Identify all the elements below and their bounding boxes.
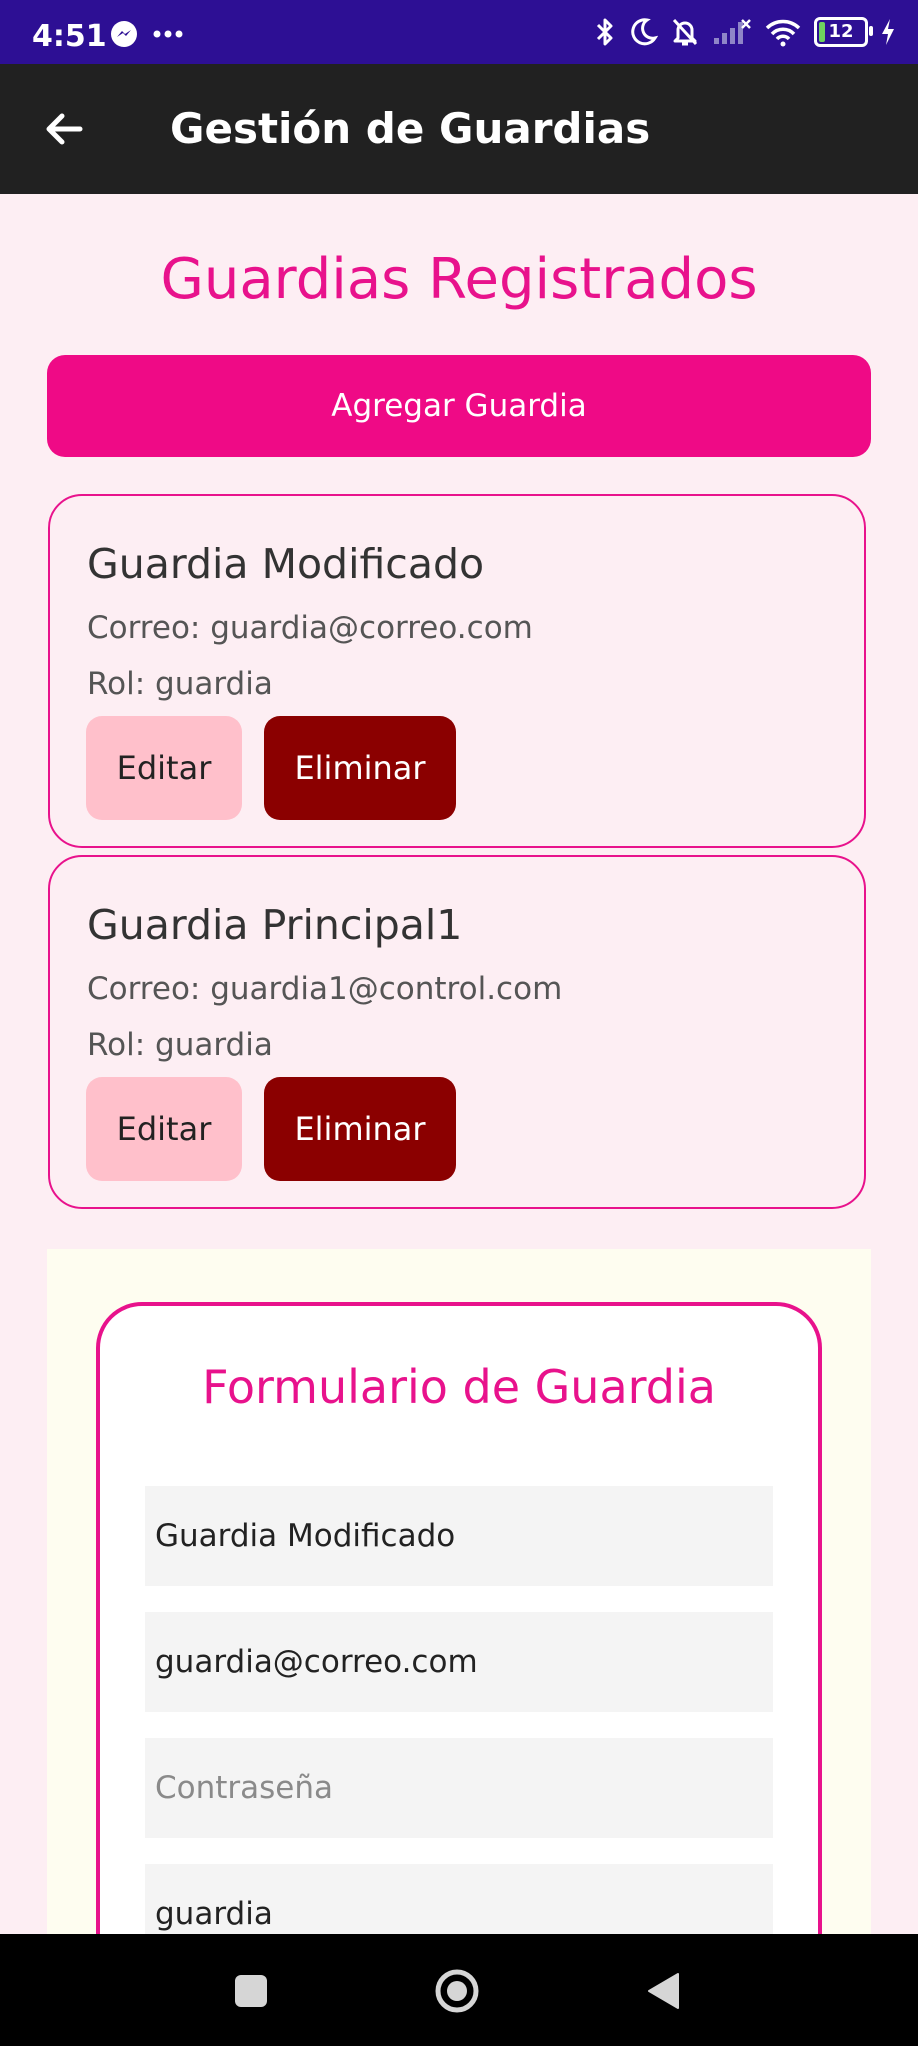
status-time: 4:51 <box>32 19 107 54</box>
signal-icon <box>714 19 751 44</box>
edit-button[interactable]: Editar <box>86 716 242 820</box>
guard-name: Guardia Principal1 <box>87 901 463 949</box>
home-circle-icon <box>435 1969 479 2013</box>
guard-card: Guardia Modificado Correo: guardia@corre… <box>48 494 866 848</box>
guard-role: Rol: guardia <box>87 1027 273 1063</box>
status-left-icons <box>110 20 184 48</box>
role-field[interactable] <box>145 1864 773 1934</box>
guard-form: Formulario de Guardia <box>96 1302 822 1934</box>
moon-icon <box>631 18 658 46</box>
system-navigation-bar <box>0 1934 918 2046</box>
back-button[interactable] <box>40 104 90 154</box>
wifi-icon <box>765 19 801 47</box>
form-title: Formulario de Guardia <box>202 1360 716 1414</box>
delete-button[interactable]: Eliminar <box>264 716 456 820</box>
delete-button[interactable]: Eliminar <box>264 1077 456 1181</box>
guard-name: Guardia Modificado <box>87 540 485 588</box>
bell-off-icon <box>672 18 698 46</box>
battery-icon: 12 <box>814 17 873 47</box>
form-section: Formulario de Guardia <box>47 1249 871 1934</box>
app-bar: Gestión de Guardias <box>0 64 918 194</box>
guard-card: Guardia Principal1 Correo: guardia1@cont… <box>48 855 866 1209</box>
back-nav-button[interactable] <box>646 1972 680 2014</box>
home-button[interactable] <box>434 1968 480 2018</box>
more-dots-icon <box>153 30 183 38</box>
guard-email: Correo: guardia@correo.com <box>87 610 533 646</box>
status-right-icons: 12 <box>594 14 896 50</box>
arrow-left-icon <box>46 113 83 145</box>
guard-role: Rol: guardia <box>87 666 273 702</box>
bluetooth-icon <box>596 18 613 46</box>
name-field[interactable] <box>145 1486 773 1586</box>
recents-button[interactable] <box>234 1974 268 2012</box>
guard-email: Correo: guardia1@control.com <box>87 971 563 1007</box>
status-bar: 4:51 12 <box>0 0 918 64</box>
page-title: Guardias Registrados <box>160 247 758 312</box>
password-field[interactable] <box>145 1738 773 1838</box>
triangle-back-icon <box>648 1973 679 2009</box>
charging-icon <box>882 19 894 45</box>
app-bar-title: Gestión de Guardias <box>170 104 651 153</box>
messenger-icon <box>111 21 137 47</box>
email-field[interactable] <box>145 1612 773 1712</box>
edit-button[interactable]: Editar <box>86 1077 242 1181</box>
main-content: Guardias Registrados Agregar Guardia Gua… <box>0 194 918 1934</box>
add-guard-button[interactable]: Agregar Guardia <box>47 355 871 457</box>
square-icon <box>235 1975 267 2007</box>
battery-level: 12 <box>828 21 854 42</box>
